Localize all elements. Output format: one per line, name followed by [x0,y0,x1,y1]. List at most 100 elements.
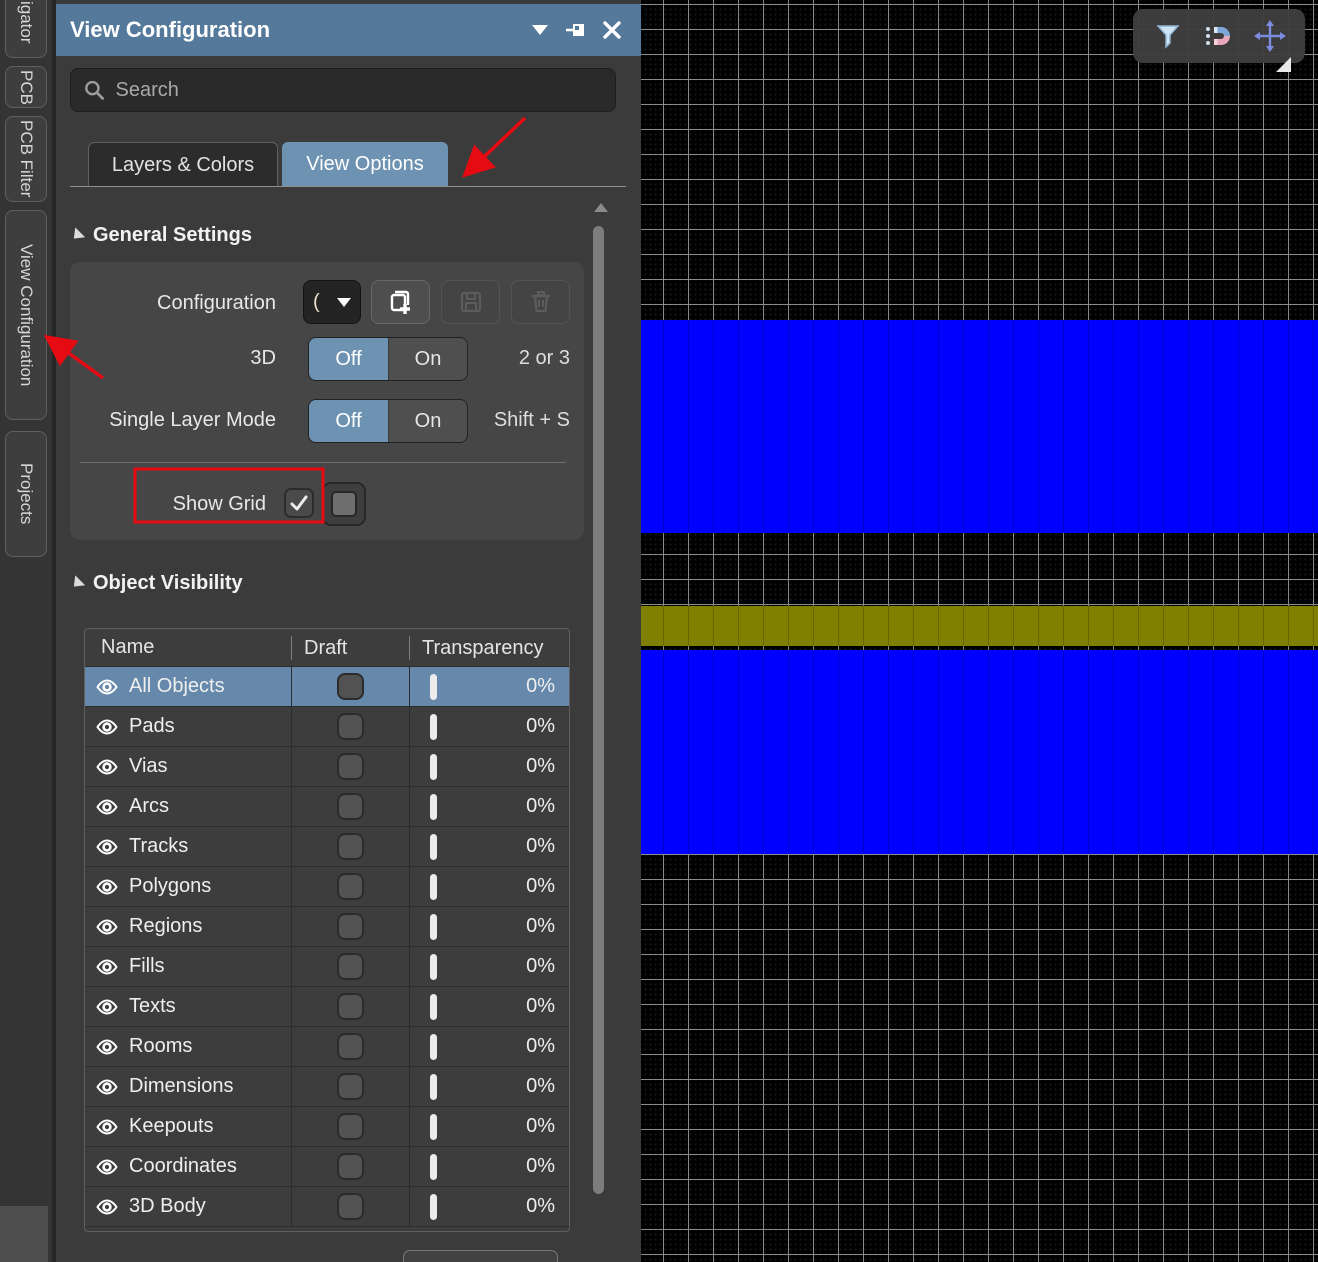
draft-toggle[interactable] [337,713,364,740]
search-input[interactable] [116,79,604,102]
object-visibility-header[interactable]: Object Visibility [70,572,243,595]
panel-menu-button[interactable] [525,15,555,45]
single-layer-off-button[interactable]: Off [309,400,388,442]
visibility-eye-icon[interactable] [95,1115,119,1139]
visibility-eye-icon[interactable] [95,795,119,819]
draft-toggle[interactable] [337,673,364,700]
save-configuration-button[interactable] [441,280,500,324]
advanced-button[interactable]: Advanced [403,1250,558,1262]
close-button[interactable] [597,15,627,45]
transparency-slider-handle[interactable] [430,954,437,980]
panel-titlebar: View Configuration [56,4,641,56]
olive-band[interactable] [641,606,1318,646]
transparency-slider-handle[interactable] [430,834,437,860]
table-row[interactable]: Pads0% [85,707,569,747]
draft-toggle[interactable] [337,1033,364,1060]
draft-toggle[interactable] [337,753,364,780]
search-box[interactable] [70,68,616,112]
visibility-eye-icon[interactable] [95,675,119,699]
visibility-eye-icon[interactable] [95,1195,119,1219]
visibility-eye-icon[interactable] [95,875,119,899]
transparency-slider-handle[interactable] [430,674,437,700]
object-name: Keepouts [129,1115,214,1138]
scrollbar-thumb[interactable] [593,226,604,1194]
transparency-slider-handle[interactable] [430,1034,437,1060]
object-name-cell: Regions [85,907,291,946]
filter-button[interactable] [1150,18,1186,54]
sidebar-item-view-configuration[interactable]: View Configuration [5,210,47,420]
visibility-eye-icon[interactable] [95,915,119,939]
draft-toggle[interactable] [337,1153,364,1180]
new-configuration-button[interactable] [371,280,430,324]
draft-toggle[interactable] [337,1193,364,1220]
single-layer-on-button[interactable]: On [388,400,467,442]
table-row[interactable]: 3D Body0% [85,1187,569,1227]
table-row[interactable]: Tracks0% [85,827,569,867]
transparency-slider-handle[interactable] [430,1074,437,1100]
pin-button[interactable] [561,15,591,45]
delete-configuration-button[interactable] [511,280,570,324]
draft-toggle[interactable] [337,953,364,980]
table-row[interactable]: Texts0% [85,987,569,1027]
scrollbar-up-arrow[interactable] [594,203,608,212]
table-row[interactable]: Arcs0% [85,787,569,827]
table-row[interactable]: Coordinates0% [85,1147,569,1187]
show-grid-checkbox[interactable] [284,488,314,518]
draft-toggle[interactable] [337,993,364,1020]
sidebar-item-pcb-filter[interactable]: PCB Filter [5,116,47,202]
move-button[interactable] [1252,18,1288,54]
tab-divider [70,186,626,187]
sidebar-item-navigator[interactable]: igator [5,0,47,58]
transparency-slider-handle[interactable] [430,874,437,900]
visibility-eye-icon[interactable] [95,715,119,739]
3d-on-button[interactable]: On [388,338,467,380]
table-row[interactable]: Dimensions0% [85,1067,569,1107]
sidebar-item-pcb[interactable]: PCB [5,66,47,108]
tab-view-options[interactable]: View Options [282,142,448,187]
transparency-slider-handle[interactable] [430,1154,437,1180]
table-row[interactable]: Regions0% [85,907,569,947]
draft-toggle[interactable] [337,833,364,860]
draft-toggle[interactable] [337,793,364,820]
draft-toggle[interactable] [337,873,364,900]
transparency-slider-handle[interactable] [430,754,437,780]
table-row[interactable]: Keepouts0% [85,1107,569,1147]
visibility-eye-icon[interactable] [95,1075,119,1099]
table-row[interactable]: Fills0% [85,947,569,987]
table-row[interactable]: Vias0% [85,747,569,787]
table-row[interactable]: All Objects0% [85,667,569,707]
table-row[interactable]: Polygons0% [85,867,569,907]
object-name-cell: Dimensions [85,1067,291,1106]
transparency-slider-handle[interactable] [430,714,437,740]
pcb-canvas[interactable] [641,0,1318,1262]
toolbar-resize-corner[interactable] [1276,57,1291,72]
transparency-slider-handle[interactable] [430,914,437,940]
tab-layers-and-colors[interactable]: Layers & Colors [88,142,278,187]
visibility-eye-icon[interactable] [95,755,119,779]
transparency-slider-handle[interactable] [430,994,437,1020]
grid-color-swatch[interactable] [322,482,366,526]
blue-band-top[interactable] [641,320,1318,533]
draft-toggle[interactable] [337,1073,364,1100]
general-settings-header[interactable]: General Settings [70,224,252,247]
table-row[interactable]: Rooms0% [85,1027,569,1067]
transparency-slider-handle[interactable] [430,1194,437,1220]
chevron-down-icon [532,25,548,35]
draft-cell [291,787,409,826]
blue-band-bottom[interactable] [641,650,1318,854]
configuration-dropdown[interactable]: ( [303,280,361,324]
visibility-eye-icon[interactable] [95,955,119,979]
visibility-eye-icon[interactable] [95,1155,119,1179]
visibility-eye-icon[interactable] [95,995,119,1019]
3d-off-button[interactable]: Off [309,338,388,380]
object-name: Coordinates [129,1155,237,1178]
snap-magnet-button[interactable] [1201,18,1237,54]
draft-toggle[interactable] [337,1113,364,1140]
draft-toggle[interactable] [337,913,364,940]
object-name-cell: Texts [85,987,291,1026]
visibility-eye-icon[interactable] [95,835,119,859]
visibility-eye-icon[interactable] [95,1035,119,1059]
transparency-slider-handle[interactable] [430,794,437,820]
transparency-slider-handle[interactable] [430,1114,437,1140]
sidebar-item-projects[interactable]: Projects [5,431,47,557]
